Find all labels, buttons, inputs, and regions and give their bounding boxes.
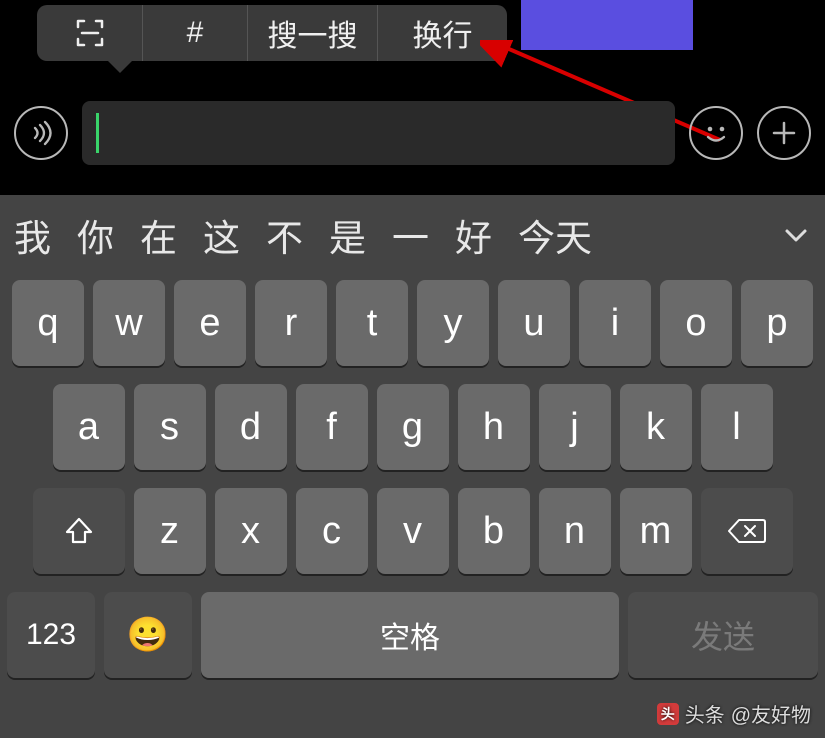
key-v[interactable]: v	[377, 488, 449, 574]
candidate-item[interactable]: 今天	[518, 208, 592, 262]
key-f[interactable]: f	[296, 384, 368, 470]
key-h[interactable]: h	[458, 384, 530, 470]
backspace-key[interactable]	[701, 488, 793, 574]
candidate-item[interactable]: 在	[140, 208, 177, 262]
popup-item-search[interactable]: 搜一搜	[247, 5, 377, 61]
popup-search-label: 搜一搜	[268, 11, 358, 55]
popup-item-newline[interactable]: 换行	[377, 5, 507, 61]
keyboard-row-2: a s d f g h j k l	[0, 384, 825, 470]
emoji-key[interactable]: 😀	[104, 592, 192, 678]
popup-tail	[108, 61, 132, 73]
key-l[interactable]: l	[701, 384, 773, 470]
candidate-item[interactable]: 你	[77, 208, 114, 262]
key-e[interactable]: e	[174, 280, 246, 366]
keyboard-row-bottom: 123 😀 空格 发送	[0, 592, 825, 678]
voice-icon	[27, 119, 55, 147]
emoji-button[interactable]	[689, 106, 743, 160]
candidate-item[interactable]: 我	[14, 208, 51, 262]
key-n[interactable]: n	[539, 488, 611, 574]
attach-plus-button[interactable]	[757, 106, 811, 160]
space-key[interactable]: 空格	[201, 592, 619, 678]
keyboard-row-3: z x c v b n m	[0, 488, 825, 574]
key-o[interactable]: o	[660, 280, 732, 366]
popup-item-scan[interactable]	[37, 5, 142, 61]
key-r[interactable]: r	[255, 280, 327, 366]
candidate-expand-button[interactable]	[781, 220, 811, 250]
emoji-face-icon: 😀	[127, 615, 169, 655]
key-a[interactable]: a	[53, 384, 125, 470]
key-q[interactable]: q	[12, 280, 84, 366]
key-w[interactable]: w	[93, 280, 165, 366]
keyboard-row-1: q w e r t y u i o p	[0, 280, 825, 366]
key-p[interactable]: p	[741, 280, 813, 366]
key-j[interactable]: j	[539, 384, 611, 470]
chevron-down-icon	[781, 220, 811, 250]
numeric-key[interactable]: 123	[7, 592, 95, 678]
popup-item-hash[interactable]: #	[142, 5, 247, 61]
popup-newline-label: 换行	[413, 11, 473, 55]
voice-input-button[interactable]	[14, 106, 68, 160]
candidate-item[interactable]: 是	[329, 208, 366, 262]
plus-icon	[770, 119, 798, 147]
key-z[interactable]: z	[134, 488, 206, 574]
key-c[interactable]: c	[296, 488, 368, 574]
key-k[interactable]: k	[620, 384, 692, 470]
text-caret	[96, 113, 99, 153]
candidate-item[interactable]: 一	[392, 208, 429, 262]
background-accent-block	[521, 0, 693, 50]
key-x[interactable]: x	[215, 488, 287, 574]
key-g[interactable]: g	[377, 384, 449, 470]
key-d[interactable]: d	[215, 384, 287, 470]
shift-icon	[62, 514, 96, 548]
context-popup-menu: # 搜一搜 换行	[37, 5, 507, 61]
key-y[interactable]: y	[417, 280, 489, 366]
popup-hash-label: #	[187, 16, 204, 50]
keyboard-area: 我 你 在 这 不 是 一 好 今天 q w e r t y u i o p a…	[0, 195, 825, 738]
key-u[interactable]: u	[498, 280, 570, 366]
scan-icon	[75, 18, 105, 48]
watermark: 头 头条 @友好物	[657, 699, 811, 728]
key-i[interactable]: i	[579, 280, 651, 366]
watermark-text: @友好物	[731, 699, 811, 728]
backspace-icon	[727, 516, 767, 546]
watermark-prefix: 头条	[685, 699, 725, 728]
candidate-item[interactable]: 好	[455, 208, 492, 262]
key-t[interactable]: t	[336, 280, 408, 366]
candidate-row: 我 你 在 这 不 是 一 好 今天	[0, 195, 825, 275]
candidate-item[interactable]: 这	[203, 208, 240, 262]
shift-key[interactable]	[33, 488, 125, 574]
key-m[interactable]: m	[620, 488, 692, 574]
key-b[interactable]: b	[458, 488, 530, 574]
key-s[interactable]: s	[134, 384, 206, 470]
candidate-item[interactable]: 不	[266, 208, 303, 262]
smile-icon	[699, 116, 733, 150]
chat-text-input[interactable]	[82, 101, 675, 165]
watermark-logo-icon: 头	[657, 703, 679, 725]
send-key[interactable]: 发送	[628, 592, 818, 678]
chat-input-row	[0, 90, 825, 175]
